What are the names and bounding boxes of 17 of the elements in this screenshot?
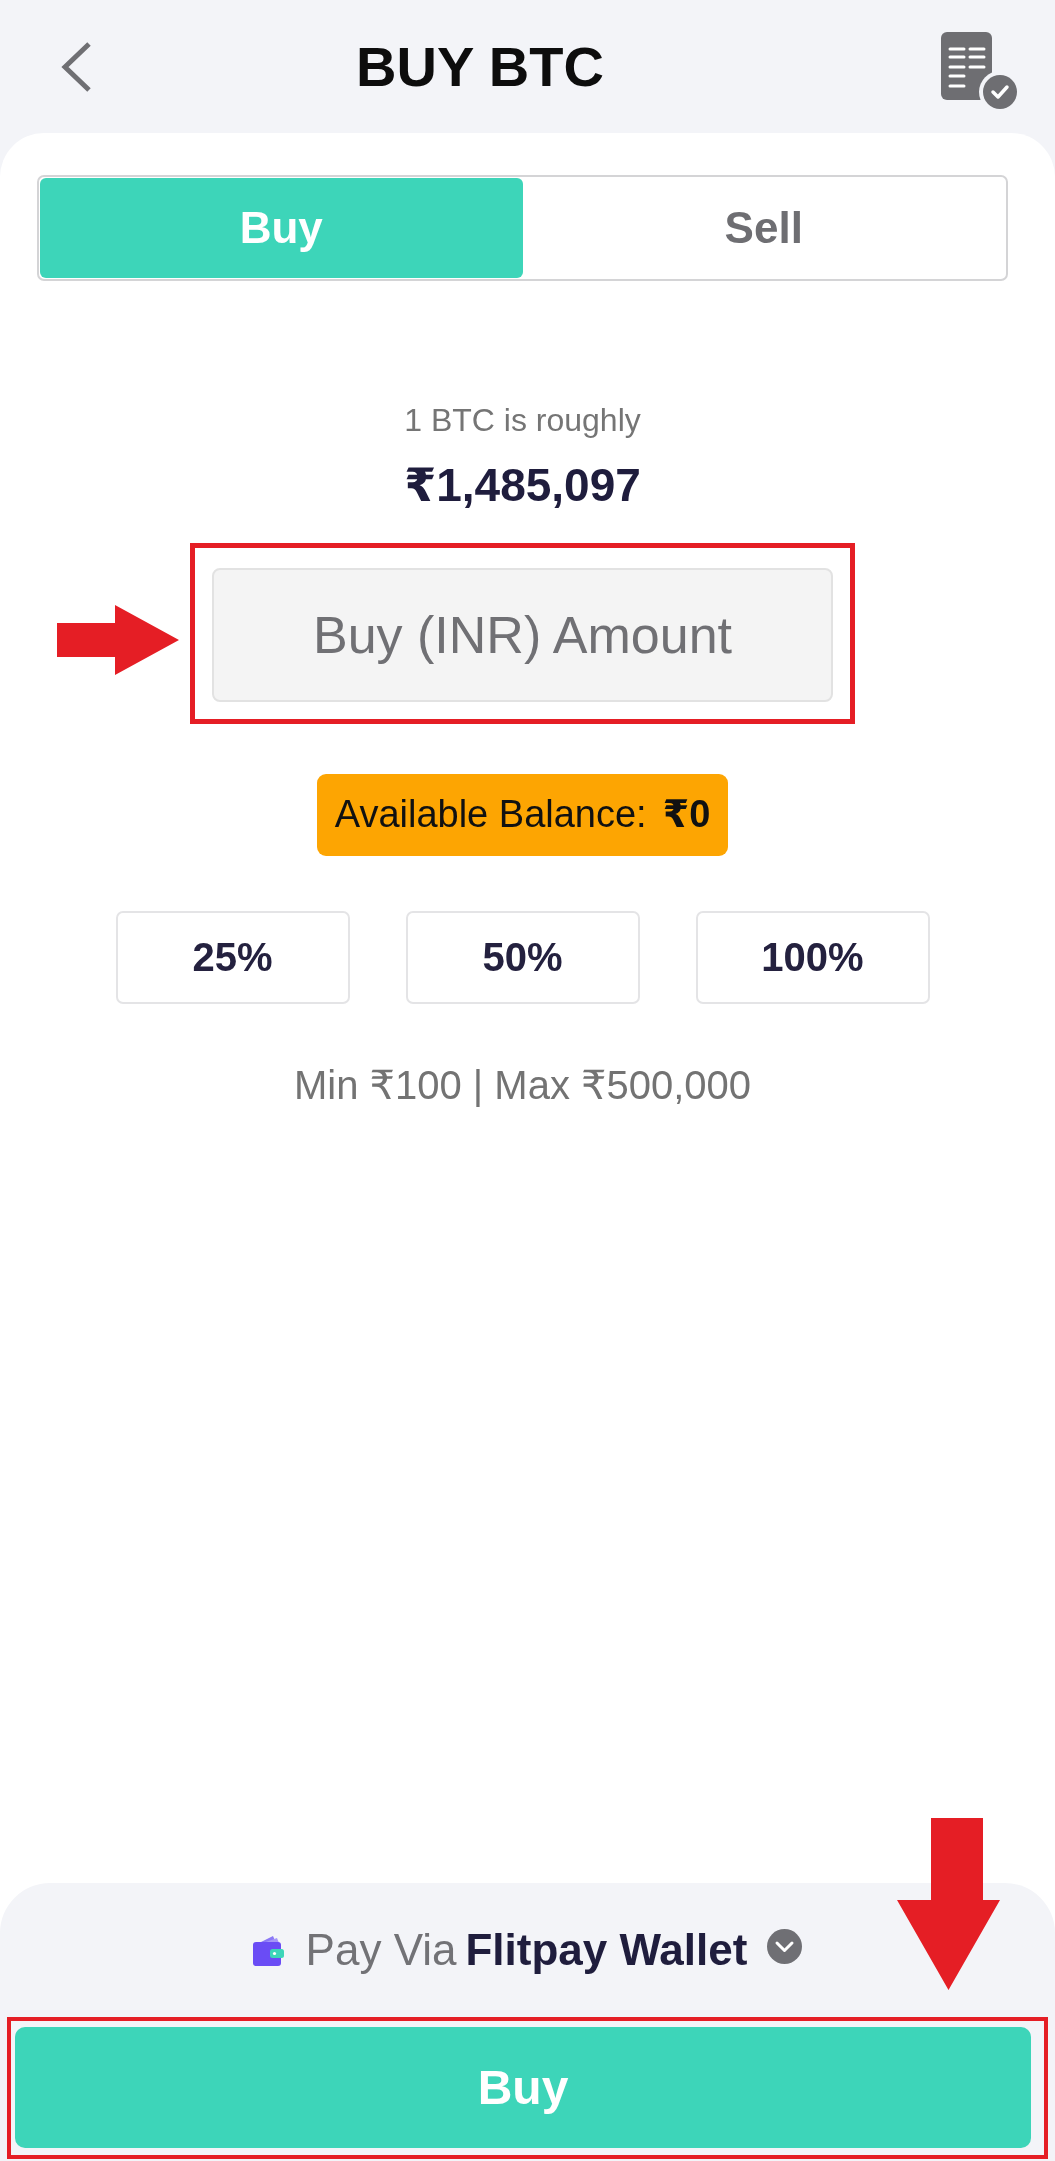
balance-label: Available Balance: [334, 791, 647, 837]
percent-button[interactable]: 50% [405, 910, 640, 1004]
pay-via-label: Pay Via [305, 1924, 457, 1977]
wallet-icon [252, 1935, 284, 1966]
balance-value: ₹0 [662, 791, 711, 837]
document-check-icon[interactable] [941, 32, 1017, 109]
rate-caption: 1 BTC is roughly [404, 401, 641, 440]
amount-input[interactable]: Buy (INR) Amount [212, 567, 833, 702]
screen-title: BUY BTC [356, 34, 604, 98]
payment-method[interactable]: Flitpay Wallet [465, 1924, 748, 1977]
price-text: ₹1,485,097 [404, 458, 641, 514]
percent-button[interactable]: 25% [115, 910, 350, 1004]
limits-text: Min ₹100 | Max ₹500,000 [293, 1061, 752, 1109]
percent-button[interactable]: 100% [695, 910, 930, 1004]
tab[interactable]: Sell [522, 178, 1005, 278]
chevron-down-icon[interactable] [767, 1929, 803, 1964]
back-icon[interactable] [59, 40, 93, 93]
